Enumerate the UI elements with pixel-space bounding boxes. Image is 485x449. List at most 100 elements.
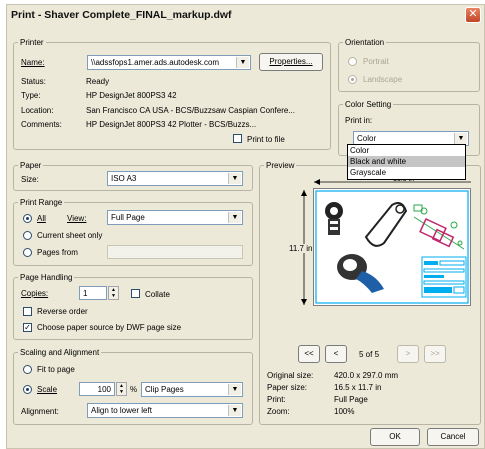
paper-size-info-value: 16.5 x 11.7 in: [334, 383, 382, 392]
title-bar: Print - Shaver Complete_FINAL_markup.dwf…: [7, 5, 484, 27]
alignment-value: Align to lower left: [91, 406, 152, 415]
fit-to-page-label: Fit to page: [37, 365, 75, 374]
view-label: View:: [67, 214, 87, 223]
choose-source-label: Choose paper source by DWF page size: [37, 323, 182, 332]
arrow-up-icon: [301, 190, 307, 196]
zoom-value: 100%: [334, 407, 355, 416]
current-sheet-radio[interactable]: [23, 231, 32, 240]
pages-from-radio[interactable]: [23, 248, 32, 257]
alignment-label: Alignment:: [21, 407, 59, 416]
print-to-file-label: Print to file: [247, 135, 285, 144]
all-radio[interactable]: [23, 214, 32, 223]
reverse-order-checkbox[interactable]: [23, 307, 32, 316]
checkmark-icon: ✓: [24, 323, 31, 332]
orientation-legend: Orientation: [345, 38, 385, 47]
type-value: HP DesignJet 800PS3 42: [86, 91, 177, 100]
scaling-legend: Scaling and Alignment: [20, 348, 100, 357]
clip-value: Clip Pages: [145, 385, 184, 394]
chevron-down-icon: ▼: [228, 384, 241, 395]
location-value: San Francisco CA USA - BCS/Buzzsaw Caspi…: [86, 106, 295, 115]
clip-select[interactable]: Clip Pages ▼: [141, 382, 243, 397]
print-range-legend: Print Range: [20, 198, 63, 207]
all-label: All: [37, 214, 46, 223]
paper-size-select[interactable]: ISO A3 ▼: [107, 171, 243, 186]
reverse-order-label: Reverse order: [37, 307, 88, 316]
height-dimension-label: 11.7 in: [289, 244, 313, 253]
fit-to-page-radio[interactable]: [23, 365, 32, 374]
window-title: Print - Shaver Complete_FINAL_markup.dwf: [11, 9, 232, 21]
view-select[interactable]: Full Page ▼: [107, 210, 243, 225]
next-page-button[interactable]: >: [397, 345, 419, 363]
color-dropdown-list: Color Black and white Grayscale: [347, 144, 466, 180]
spin-down-icon: ▼: [111, 293, 116, 299]
portrait-radio[interactable]: [348, 57, 357, 66]
copies-input[interactable]: 1: [79, 286, 107, 300]
chevron-down-icon: ▼: [228, 212, 241, 223]
print-in-label: Print in:: [345, 116, 373, 125]
scale-input[interactable]: 100: [79, 382, 115, 396]
chevron-down-icon: ▼: [228, 173, 241, 184]
print-to-file-checkbox[interactable]: [233, 134, 242, 143]
zoom-label: Zoom:: [267, 407, 290, 416]
status-value: Ready: [86, 77, 110, 86]
print-info-label: Print:: [267, 395, 286, 404]
original-size-label: Original size:: [267, 371, 314, 380]
scale-label: Scale: [37, 385, 58, 394]
preview-thumbnail: [313, 188, 471, 306]
color-option-grayscale[interactable]: Grayscale: [348, 167, 465, 178]
close-icon: ✕: [468, 8, 478, 20]
prev-page-button[interactable]: <: [325, 345, 347, 363]
close-button[interactable]: ✕: [465, 7, 481, 23]
color-setting-legend: Color Setting: [345, 100, 392, 109]
first-page-button[interactable]: <<: [298, 345, 320, 363]
printer-name-value: \\adssfops1.amer.ads.autodesk.com: [91, 58, 220, 67]
paper-size-label: Size:: [21, 175, 39, 184]
original-size-value: 420.0 x 297.0 mm: [334, 371, 399, 380]
color-option-color[interactable]: Color: [348, 145, 465, 156]
drawing-preview-image: [315, 190, 469, 304]
printer-legend: Printer: [20, 38, 44, 47]
copies-label: Copies:: [21, 289, 49, 298]
alignment-select[interactable]: Align to lower left ▼: [87, 403, 243, 418]
print-info-value: Full Page: [334, 395, 368, 404]
arrow-down-icon: [301, 299, 307, 305]
printer-name-select[interactable]: \\adssfops1.amer.ads.autodesk.com ▼: [87, 55, 251, 70]
preview-legend: Preview: [266, 161, 295, 170]
chevron-down-icon: ▼: [454, 133, 467, 144]
collate-checkbox[interactable]: [131, 289, 140, 298]
comments-label: Comments:: [21, 120, 62, 129]
pages-from-input[interactable]: [107, 245, 243, 259]
view-value: Full Page: [111, 213, 145, 222]
collate-label: Collate: [145, 290, 170, 299]
orientation-group: Orientation: [338, 38, 480, 92]
portrait-label: Portrait: [363, 57, 389, 66]
status-label: Status:: [21, 77, 46, 86]
properties-button[interactable]: Properties...: [259, 53, 323, 71]
paper-legend: Paper: [20, 161, 42, 170]
percent-label: %: [130, 385, 138, 394]
landscape-label: Landscape: [363, 75, 403, 84]
paper-size-info-label: Paper size:: [267, 383, 308, 392]
cancel-button[interactable]: Cancel: [427, 428, 479, 446]
print-dialog: Print - Shaver Complete_FINAL_markup.dwf…: [6, 4, 485, 449]
last-page-button[interactable]: >>: [424, 345, 446, 363]
location-label: Location:: [21, 106, 54, 115]
copies-stepper[interactable]: ▲ ▼: [108, 286, 119, 300]
chevron-down-icon: ▼: [228, 405, 241, 416]
arrow-left-icon: [314, 179, 320, 185]
page-handling-legend: Page Handling: [20, 273, 73, 282]
page-indicator: 5 of 5: [359, 350, 380, 359]
spin-down-icon: ▼: [119, 389, 124, 395]
choose-source-checkbox[interactable]: ✓: [23, 323, 32, 332]
scale-stepper[interactable]: ▲ ▼: [116, 382, 127, 396]
color-option-black-and-white[interactable]: Black and white: [348, 156, 465, 167]
printer-name-label: Name:: [21, 58, 45, 67]
type-label: Type:: [21, 91, 41, 100]
pages-from-label: Pages from: [37, 248, 78, 257]
scale-radio[interactable]: [23, 385, 32, 394]
comments-value: HP DesignJet 800PS3 42 Plotter - BCS/Buz…: [86, 120, 257, 129]
ok-button[interactable]: OK: [370, 428, 420, 446]
paper-size-value: ISO A3: [111, 174, 137, 183]
current-sheet-label: Current sheet only: [37, 231, 103, 240]
landscape-radio[interactable]: [348, 75, 357, 84]
